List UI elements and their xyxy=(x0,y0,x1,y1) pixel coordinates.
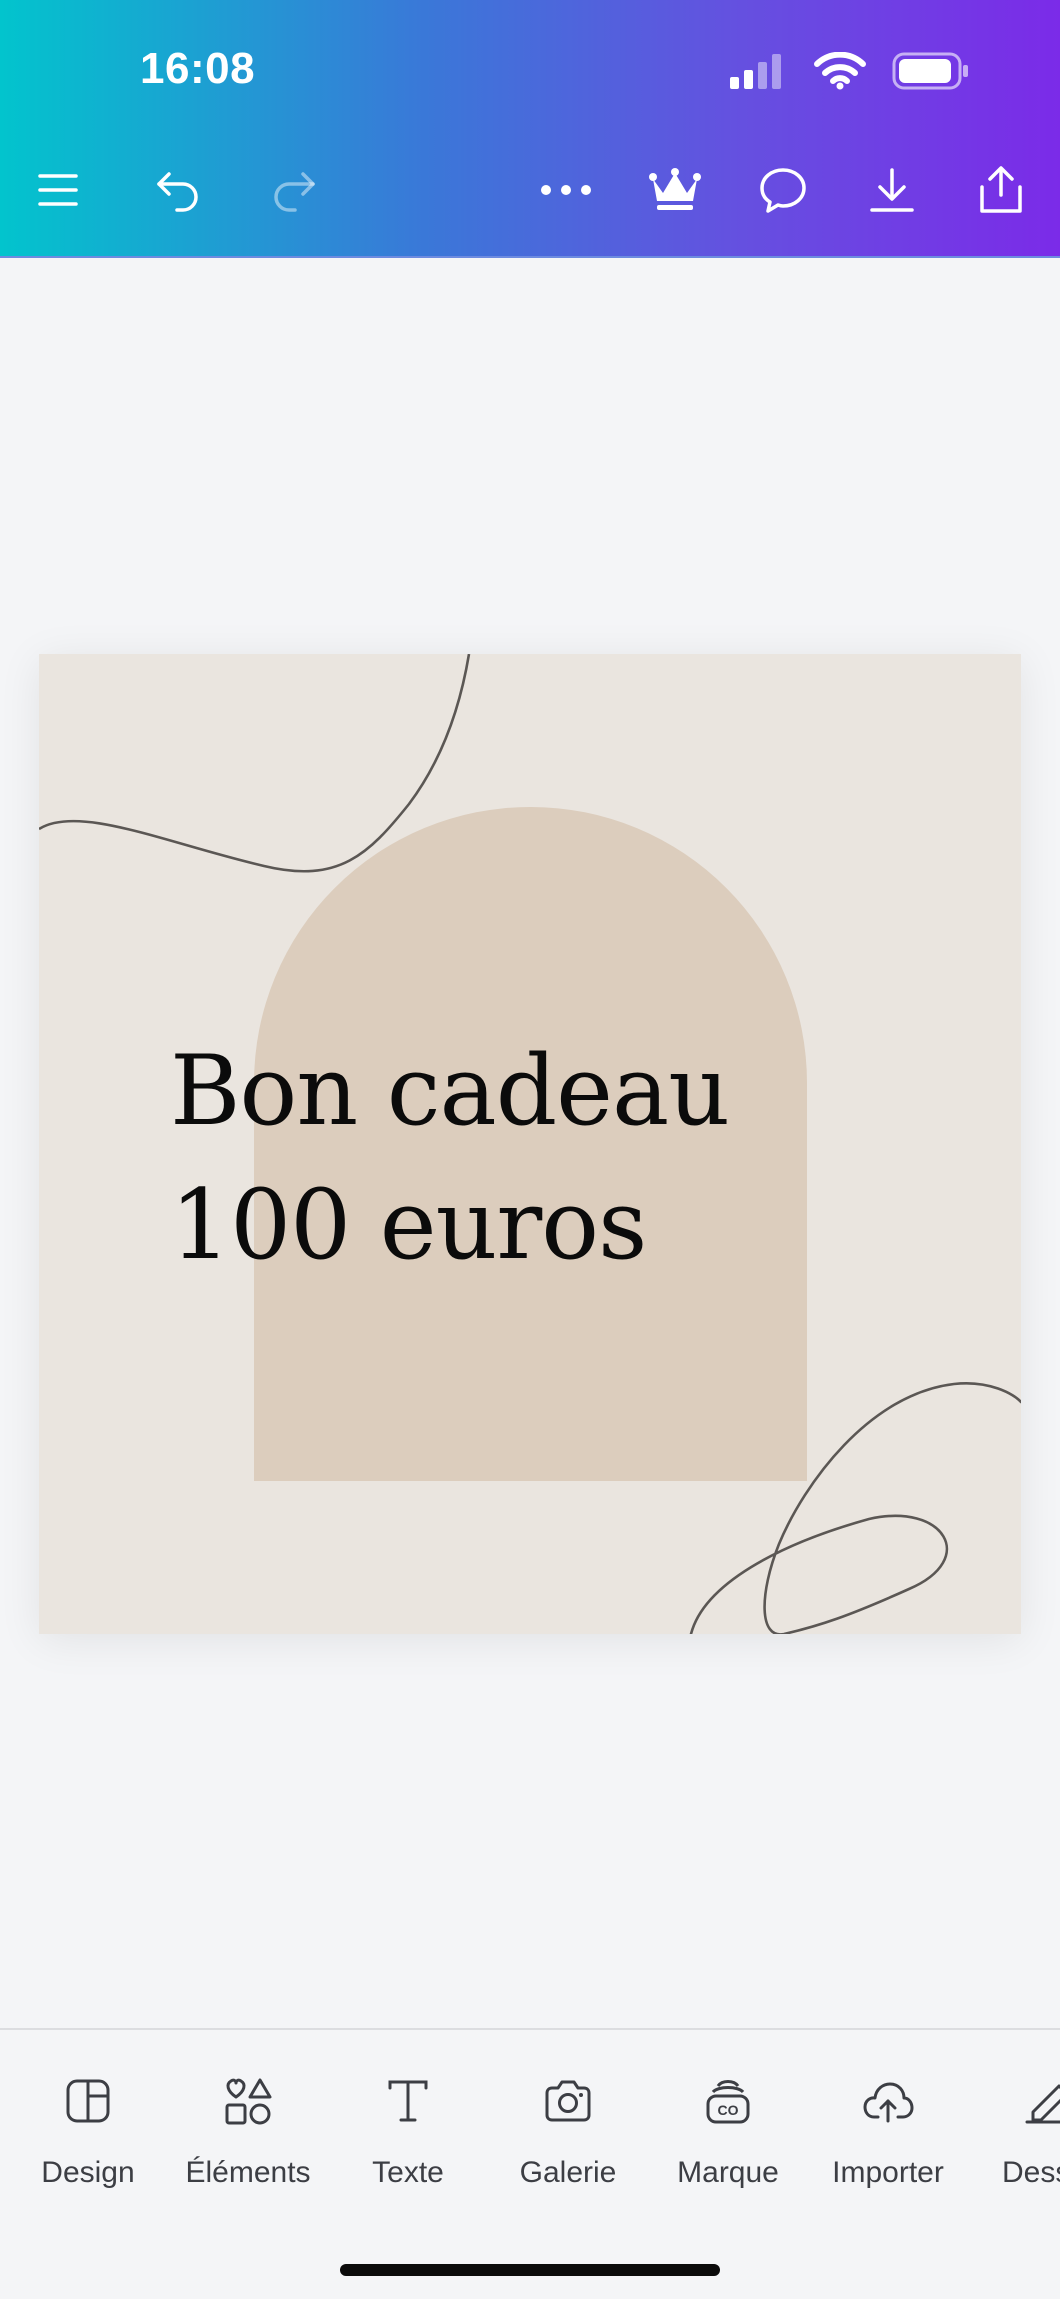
nav-label: Marque xyxy=(677,2156,779,2189)
crown-icon[interactable] xyxy=(645,160,705,220)
upload-cloud-icon xyxy=(808,2066,968,2136)
draw-icon xyxy=(968,2066,1060,2136)
nav-text[interactable]: Texte xyxy=(328,2066,488,2190)
nav-import[interactable]: Importer xyxy=(808,2066,968,2190)
more-options-icon[interactable] xyxy=(536,160,596,220)
nav-label: Design xyxy=(41,2156,135,2189)
design-canvas[interactable]: Bon cadeau 100 euros xyxy=(39,654,1021,1634)
redo-icon[interactable] xyxy=(264,160,324,220)
nav-label: Texte xyxy=(372,2156,444,2189)
undo-icon[interactable] xyxy=(148,160,208,220)
cellular-signal-icon xyxy=(728,53,788,94)
shapes-icon xyxy=(168,2066,328,2136)
home-indicator[interactable] xyxy=(340,2264,720,2276)
nav-label: Galerie xyxy=(519,2156,617,2189)
download-icon[interactable] xyxy=(862,160,922,220)
share-icon[interactable] xyxy=(971,160,1031,220)
nav-label: Éléments xyxy=(185,2156,311,2189)
menu-icon[interactable] xyxy=(28,160,88,220)
comment-icon[interactable] xyxy=(753,160,813,220)
nav-gallery[interactable]: Galerie xyxy=(488,2066,648,2190)
nav-elements[interactable]: Éléments xyxy=(168,2066,328,2190)
layout-icon xyxy=(8,2066,168,2136)
nav-label: Importer xyxy=(832,2156,944,2189)
status-icons xyxy=(728,51,970,95)
svg-text:CO: CO xyxy=(718,2102,739,2118)
nav-design[interactable]: Design xyxy=(8,2066,168,2190)
nav-label: Dess xyxy=(1002,2156,1060,2189)
nav-brand[interactable]: CO Marque xyxy=(648,2066,808,2190)
top-bar: 16:08 xyxy=(0,0,1060,258)
camera-icon xyxy=(488,2066,648,2136)
nav-draw[interactable]: Dess xyxy=(968,2066,1060,2190)
decorative-line-bottom xyxy=(689,1382,1021,1634)
wifi-icon xyxy=(814,51,866,95)
brand-icon: CO xyxy=(648,2066,808,2136)
battery-icon xyxy=(892,52,970,95)
status-time: 16:08 xyxy=(140,44,256,93)
text-icon xyxy=(328,2066,488,2136)
bottom-toolbar: Design Éléments Texte Galerie CO Marque … xyxy=(0,2028,1060,2299)
